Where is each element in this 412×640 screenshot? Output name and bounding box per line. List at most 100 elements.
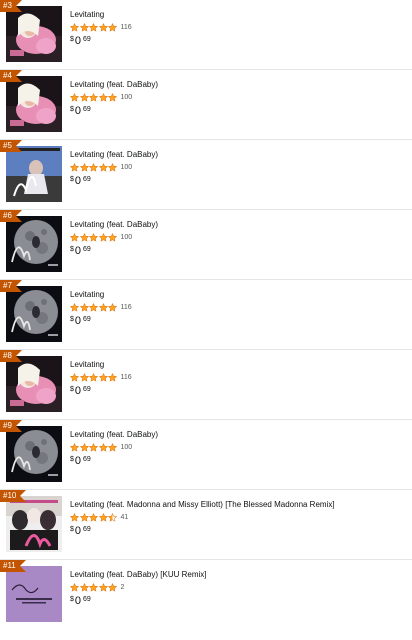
rating[interactable]: 116 — [70, 372, 406, 383]
item-title-link[interactable]: Levitating (feat. DaBaby) — [70, 220, 406, 230]
album-cover-image[interactable] — [6, 286, 62, 342]
rating[interactable]: 2 — [70, 582, 406, 593]
star-rating-icon — [70, 163, 118, 172]
star-rating-icon — [70, 583, 118, 592]
star-icon — [89, 93, 98, 102]
price-currency: $ — [70, 106, 74, 113]
star-rating-icon — [70, 23, 118, 32]
star-rating-icon — [70, 513, 118, 522]
review-count[interactable]: 100 — [121, 164, 133, 171]
star-rating-icon — [70, 233, 118, 242]
price: $ 0 69 — [70, 386, 406, 397]
album-cover-image[interactable] — [6, 76, 62, 132]
price-currency: $ — [70, 456, 74, 463]
price-whole: 0 — [74, 35, 82, 47]
star-icon — [98, 93, 108, 102]
album-cover-image[interactable] — [6, 6, 62, 62]
album-cover-image[interactable] — [6, 146, 62, 202]
star-icon — [70, 233, 79, 242]
price-whole: 0 — [74, 315, 82, 327]
rating[interactable]: 116 — [70, 22, 406, 33]
rating[interactable]: 100 — [70, 232, 406, 243]
star-icon — [98, 163, 108, 172]
list-item[interactable]: #5 Levitating (feat. DaBaby) 100 $ 0 69 — [0, 140, 412, 210]
price-fraction: 69 — [83, 386, 91, 393]
review-count[interactable]: 100 — [121, 94, 133, 101]
rank-badge: #8 — [0, 350, 22, 362]
star-icon — [70, 163, 79, 172]
rank-badge: #7 — [0, 280, 22, 292]
list-item[interactable]: #9 Levitating (feat. DaBaby) 100 $ 0 69 — [0, 420, 412, 490]
rank-badge: #10 — [0, 490, 27, 502]
item-title-link[interactable]: Levitating — [70, 290, 406, 300]
star-icon — [108, 303, 117, 312]
item-info: Levitating (feat. DaBaby) 100 $ 0 69 — [70, 430, 406, 467]
star-icon — [98, 303, 108, 312]
item-title-link[interactable]: Levitating (feat. DaBaby) — [70, 150, 406, 160]
star-icon — [108, 583, 117, 592]
price-currency: $ — [70, 526, 74, 533]
review-count[interactable]: 2 — [121, 584, 125, 591]
list-item[interactable]: #6 Levitating (feat. DaBaby) 100 $ 0 69 — [0, 210, 412, 280]
price-currency: $ — [70, 176, 74, 183]
item-title-link[interactable]: Levitating — [70, 10, 406, 20]
album-cover-image[interactable] — [6, 216, 62, 272]
album-cover-image[interactable] — [6, 496, 62, 552]
star-rating-icon — [70, 93, 118, 102]
rating[interactable]: 116 — [70, 302, 406, 313]
item-title-link[interactable]: Levitating — [70, 360, 406, 370]
star-icon — [108, 233, 117, 242]
rating[interactable]: 100 — [70, 442, 406, 453]
album-cover-image[interactable] — [6, 356, 62, 412]
review-count[interactable]: 41 — [121, 514, 129, 521]
list-item[interactable]: #10 Levitating (feat. Madonna and Missy … — [0, 490, 412, 560]
review-count[interactable]: 116 — [121, 304, 132, 311]
star-icon — [98, 513, 108, 522]
item-info: Levitating 116 $ 0 69 — [70, 290, 406, 327]
price: $ 0 69 — [70, 246, 406, 257]
review-count[interactable]: 100 — [121, 444, 133, 451]
price-fraction: 69 — [83, 246, 91, 253]
review-count[interactable]: 100 — [121, 234, 133, 241]
rank-badge: #6 — [0, 210, 22, 222]
list-item[interactable]: #3 Levitating 116 $ 0 69 — [0, 0, 412, 70]
star-icon — [70, 583, 79, 592]
price-fraction: 69 — [83, 526, 91, 533]
price-currency: $ — [70, 386, 74, 393]
list-item[interactable]: #7 Levitating 116 $ 0 69 — [0, 280, 412, 350]
album-cover-image[interactable] — [6, 566, 62, 622]
star-icon — [98, 373, 108, 382]
price-fraction: 69 — [83, 176, 91, 183]
rating[interactable]: 41 — [70, 512, 406, 523]
price-fraction: 69 — [83, 316, 91, 323]
list-item[interactable]: #8 Levitating 116 $ 0 69 — [0, 350, 412, 420]
star-rating-icon — [70, 373, 118, 382]
review-count[interactable]: 116 — [121, 374, 132, 381]
review-count[interactable]: 116 — [121, 24, 132, 31]
list-item[interactable]: #4 Levitating (feat. DaBaby) 100 $ 0 69 — [0, 70, 412, 140]
item-title-link[interactable]: Levitating (feat. Madonna and Missy Elli… — [70, 500, 406, 510]
star-icon — [89, 583, 98, 592]
star-icon — [108, 23, 117, 32]
rating[interactable]: 100 — [70, 162, 406, 173]
item-title-link[interactable]: Levitating (feat. DaBaby) — [70, 80, 406, 90]
star-icon — [79, 303, 89, 312]
rating[interactable]: 100 — [70, 92, 406, 103]
star-icon — [89, 443, 98, 452]
price: $ 0 69 — [70, 36, 406, 47]
album-cover-image[interactable] — [6, 426, 62, 482]
price-whole: 0 — [74, 105, 82, 117]
star-icon — [79, 233, 89, 242]
rank-badge: #11 — [0, 560, 26, 572]
item-info: Levitating 116 $ 0 69 — [70, 10, 406, 47]
star-icon — [108, 443, 117, 452]
star-icon — [108, 513, 117, 522]
price-whole: 0 — [74, 245, 82, 257]
price: $ 0 69 — [70, 106, 406, 117]
list-item[interactable]: #11 Levitating (feat. DaBaby) [KUU Remix… — [0, 560, 412, 630]
item-title-link[interactable]: Levitating (feat. DaBaby) — [70, 430, 406, 440]
star-icon — [70, 303, 79, 312]
price-whole: 0 — [74, 595, 82, 607]
star-icon — [89, 513, 98, 522]
item-title-link[interactable]: Levitating (feat. DaBaby) [KUU Remix] — [70, 570, 406, 580]
